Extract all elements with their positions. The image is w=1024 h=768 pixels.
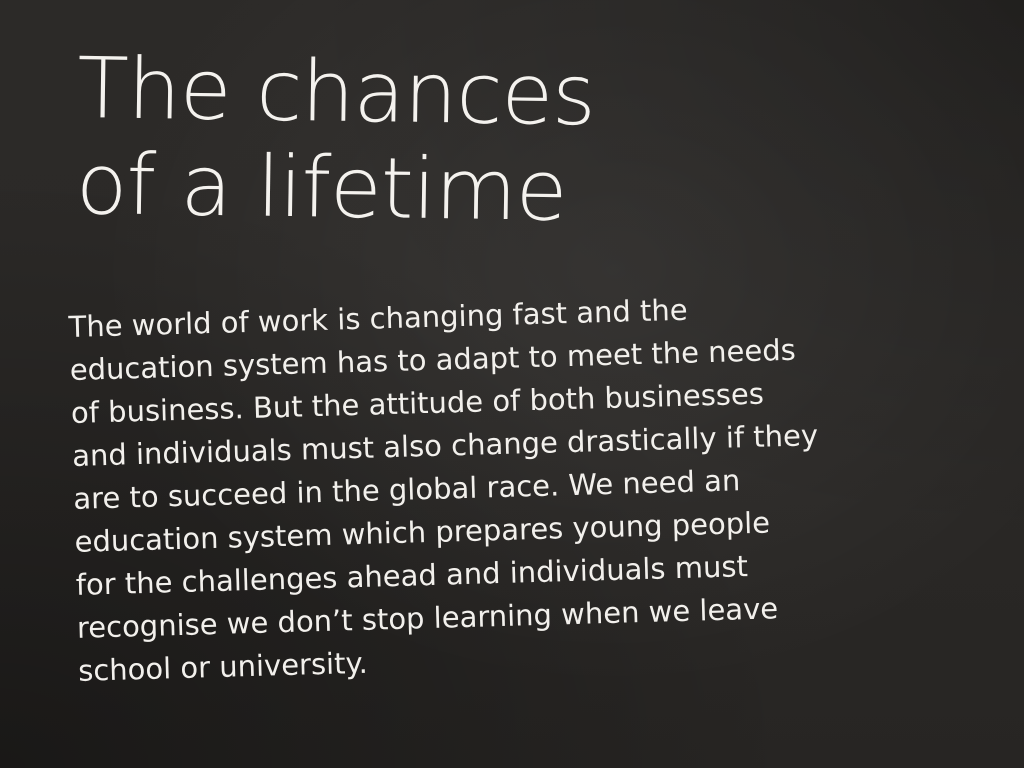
headline-line-1: The chances bbox=[76, 39, 596, 145]
headline: The chances of a lifetime bbox=[75, 39, 778, 242]
poster-panel: The chances of a lifetime The world of w… bbox=[0, 0, 1024, 768]
body-paragraph: The world of work is changing fast and t… bbox=[68, 281, 958, 692]
headline-line-2: of a lifetime bbox=[75, 134, 568, 240]
